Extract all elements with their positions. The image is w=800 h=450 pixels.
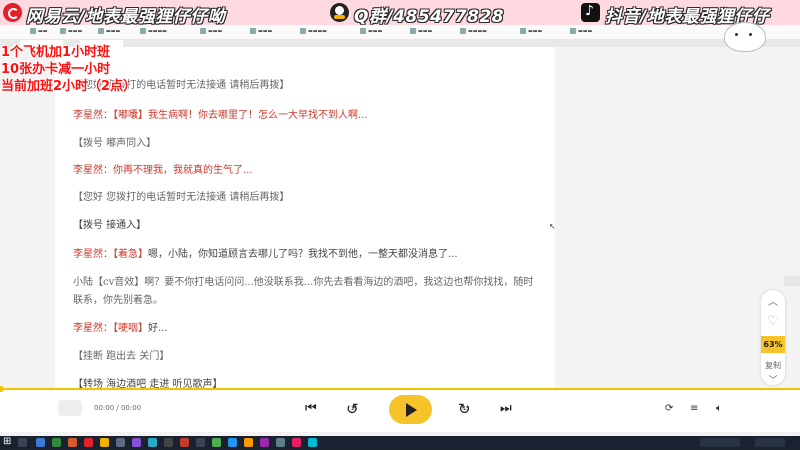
taskbar-app-icon[interactable] xyxy=(180,438,189,447)
bookmark-item[interactable]: ▬▬▬ xyxy=(200,28,222,35)
playback-time: 00:00 / 00:00 xyxy=(94,404,142,412)
taskbar-app-icon[interactable] xyxy=(36,438,45,447)
script-line: 【您好 您拨打的电话暂时无法接通 请稍后再拨】 xyxy=(73,192,290,203)
taskbar-app-icon[interactable] xyxy=(164,438,173,447)
playlist-icon[interactable]: ≡ xyxy=(690,403,698,414)
emotion-tag: 【哽咽】 xyxy=(113,323,148,334)
taskbar-app-icon[interactable] xyxy=(100,438,109,447)
volume-icon[interactable]: 🔈︎ xyxy=(716,403,722,414)
emotion-tag: 【嘟囔】 xyxy=(113,110,148,121)
reader-tool-panel: ︿ ♡ 63% 复制 ﹀ xyxy=(761,290,785,386)
forward-15-icon[interactable]: ↻ 15 xyxy=(458,400,471,418)
script-line: 联系，你先别着急。 xyxy=(73,295,163,306)
speaker-name: 李星然： xyxy=(73,110,113,121)
bookmark-item[interactable]: ▬▬▬ xyxy=(520,28,542,35)
forward-seconds: 15 xyxy=(463,406,470,412)
read-progress-badge: 63% xyxy=(761,336,785,353)
speaker-name: 李星然： xyxy=(73,249,113,260)
chevron-up-icon[interactable]: ︿ xyxy=(761,293,785,308)
taskbar-app-icon[interactable] xyxy=(84,438,93,447)
bookmark-item[interactable]: ▬▬ xyxy=(30,28,47,35)
overlay-line-2: 10张办卡减一小时 xyxy=(1,62,111,77)
script-line: 【挂断 跑出去 关门】 xyxy=(73,351,170,362)
taskbar-app-icon[interactable] xyxy=(292,438,301,447)
taskbar-app-icon[interactable] xyxy=(196,438,205,447)
script-line: 【拨号 接通入】 xyxy=(73,220,147,231)
qq-logo-icon xyxy=(330,3,349,22)
side-scroll-stub xyxy=(784,276,800,286)
speaker-name: 李星然： xyxy=(73,323,113,334)
overlay-line-1: 1个飞机加1小时班 xyxy=(1,45,111,60)
taskbar-clock[interactable] xyxy=(755,438,785,447)
bookmark-item[interactable]: ▬▬▬ xyxy=(98,28,120,35)
copy-button[interactable]: 复制 xyxy=(761,360,785,371)
script-line: 小陆【cv音效】啊？要不你打电话问问...他没联系我...你先去看看海边的酒吧，… xyxy=(73,277,534,288)
banner-netease-text: 网易云/地表最强狸仔仔呦 xyxy=(26,7,226,27)
overlay-line-3: 当前加班2小时（2点） xyxy=(1,79,137,94)
taskbar-app-icon[interactable] xyxy=(68,438,77,447)
bookmark-item[interactable]: ▬▬▬▬ xyxy=(300,28,327,35)
bookmark-item[interactable]: ▬▬▬ xyxy=(410,28,432,35)
script-line: 李星然：【着急】嗯，小陆，你知道顾言去哪儿了吗？我找不到他，一整天都没消息了..… xyxy=(73,245,458,260)
mouse-cursor-icon: ↖ xyxy=(549,222,556,231)
douyin-logo-icon xyxy=(581,3,600,22)
taskbar-app-icon[interactable] xyxy=(308,438,317,447)
rewind-15-icon[interactable]: ↺ 15 xyxy=(346,400,359,418)
taskbar-app-icon[interactable] xyxy=(260,438,269,447)
script-line: 李星然：你再不理我，我就真的生气了... xyxy=(73,165,253,176)
stream-overlay: 1个飞机加1小时班 10张办卡减一小时 当前加班2小时（2点） xyxy=(1,44,136,95)
bookmark-item[interactable]: ▬▬▬▬ xyxy=(460,28,487,35)
script-reader: 【您好 您拨打的电话暂时无法接通 请稍后再拨】 李星然：【嘟囔】我生病啊！你去哪… xyxy=(55,47,555,390)
taskbar-app-icon[interactable] xyxy=(276,438,285,447)
rewind-seconds: 15 xyxy=(351,406,358,412)
stream-banner: 网易云/地表最强狸仔仔呦 Q群/485477828 抖音/地表最强狸仔仔 xyxy=(0,0,800,27)
bookmark-item[interactable]: ▬▬▬ xyxy=(360,28,382,35)
taskbar-app-icon[interactable] xyxy=(212,438,221,447)
playback-progress-track[interactable] xyxy=(0,388,800,390)
next-track-icon[interactable]: ⏭ xyxy=(500,401,512,416)
os-taskbar xyxy=(0,436,800,450)
mascot-sticker xyxy=(724,22,766,52)
bookmark-item[interactable]: ▬▬▬ xyxy=(60,28,82,35)
windows-start-icon[interactable] xyxy=(3,436,12,447)
album-cover xyxy=(58,400,82,416)
dialogue-text: 我生病啊！你去哪里了！怎么一大早找不到人啊... xyxy=(148,110,368,121)
chevron-down-icon[interactable]: ﹀ xyxy=(761,373,785,386)
taskbar-app-icon[interactable] xyxy=(244,438,253,447)
script-line: 李星然：【嘟囔】我生病啊！你去哪里了！怎么一大早找不到人啊... xyxy=(73,106,368,121)
loop-icon[interactable]: ⟳ xyxy=(665,403,673,414)
bookmark-item[interactable]: ▬▬▬▬ xyxy=(140,28,167,35)
heart-icon[interactable]: ♡ xyxy=(761,314,785,329)
emotion-tag: 【着急】 xyxy=(113,249,148,260)
script-line: 李星然：【哽咽】好... xyxy=(73,319,168,334)
bookmark-item[interactable]: ▬▬▬ xyxy=(250,28,272,35)
prev-track-icon[interactable]: ⏮ xyxy=(305,401,317,416)
banner-qq-text: Q群/485477828 xyxy=(354,7,505,27)
taskbar-app-icon[interactable] xyxy=(228,438,237,447)
bookmark-bar: ▬▬ ▬▬▬ ▬▬▬ ▬▬▬▬ ▬▬▬ ▬▬▬ ▬▬▬▬ ▬▬▬ ▬▬▬ ▬▬▬… xyxy=(0,25,800,40)
taskbar-app-icon[interactable] xyxy=(116,438,125,447)
dialogue-text: 嗯，小陆，你知道顾言去哪儿了吗？我找不到他，一整天都没消息了... xyxy=(148,249,458,260)
script-line: 【拨号 嘟声同入】 xyxy=(73,138,157,149)
system-tray[interactable] xyxy=(700,438,740,447)
taskbar-search-icon[interactable] xyxy=(18,438,27,447)
dialogue-text: 好... xyxy=(148,323,168,334)
taskbar-app-icon[interactable] xyxy=(148,438,157,447)
taskbar-app-icon[interactable] xyxy=(132,438,141,447)
bookmark-item[interactable]: ▬▬▬ xyxy=(570,28,592,35)
taskbar-app-icon[interactable] xyxy=(52,438,61,447)
netease-logo-icon xyxy=(3,3,22,22)
play-button[interactable] xyxy=(389,395,432,424)
